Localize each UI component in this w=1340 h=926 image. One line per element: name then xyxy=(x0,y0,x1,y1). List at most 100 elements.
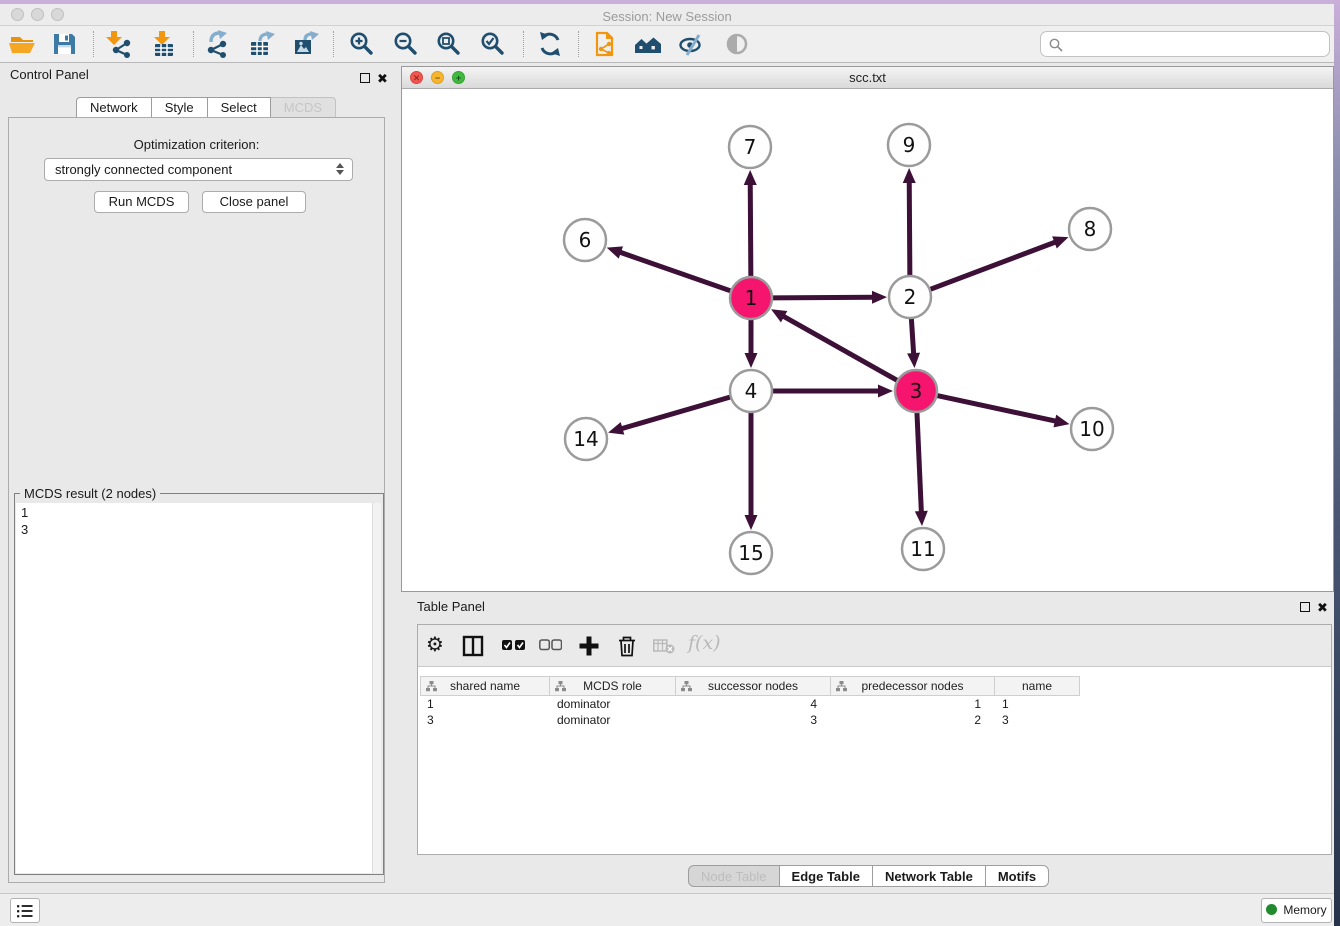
window-list-button[interactable] xyxy=(10,898,40,923)
table-cell: 1 xyxy=(420,696,550,712)
control-panel-float-icon[interactable] xyxy=(360,73,370,83)
optimization-criterion-select[interactable]: strongly connected component xyxy=(44,158,353,181)
toolbar-separator xyxy=(93,31,94,57)
edge-arrowhead xyxy=(607,246,623,258)
edge-arrowhead xyxy=(608,422,624,434)
edge-arrowhead xyxy=(915,511,928,526)
function-builder-icon[interactable]: f(x) xyxy=(688,632,721,654)
mcds-result-text[interactable]: 1 3 xyxy=(16,503,381,873)
zoom-fit-icon[interactable] xyxy=(435,30,463,58)
attribute-type-icon xyxy=(555,681,566,692)
search-icon xyxy=(1049,38,1063,52)
column-header-predecessor-nodes[interactable]: predecessor nodes xyxy=(831,676,995,696)
delete-table-icon[interactable] xyxy=(653,638,675,654)
table-panel-float-icon[interactable] xyxy=(1300,602,1310,612)
search-input[interactable] xyxy=(1040,31,1330,57)
zoom-selected-icon[interactable] xyxy=(479,30,507,58)
edge-3-1[interactable] xyxy=(781,315,897,381)
toolbar-separator xyxy=(578,31,579,57)
edge-2-8[interactable] xyxy=(930,241,1058,289)
show-panels-icon[interactable] xyxy=(723,30,751,58)
mcds-result-scrollbar[interactable] xyxy=(372,503,381,873)
node-label-15: 15 xyxy=(738,541,763,565)
tab-edge-table[interactable]: Edge Table xyxy=(780,865,873,887)
attribute-type-icon xyxy=(836,681,847,692)
add-column-icon[interactable] xyxy=(578,635,600,657)
run-mcds-button[interactable]: Run MCDS xyxy=(94,191,189,213)
edge-3-11[interactable] xyxy=(917,412,922,514)
save-session-icon[interactable] xyxy=(50,30,78,58)
network-window-titlebar[interactable]: ✕ − + scc.txt xyxy=(402,67,1333,89)
edge-arrowhead xyxy=(878,385,893,398)
tab-select[interactable]: Select xyxy=(208,97,271,118)
column-layout-icon[interactable] xyxy=(462,635,484,657)
edge-arrowhead xyxy=(872,291,887,304)
refresh-icon[interactable] xyxy=(536,30,564,58)
memory-status-icon xyxy=(1266,904,1277,915)
import-network-icon[interactable] xyxy=(104,30,132,58)
zoom-in-icon[interactable] xyxy=(348,30,376,58)
column-header-shared-name[interactable]: shared name xyxy=(420,676,550,696)
export-table-icon[interactable] xyxy=(248,30,276,58)
attribute-type-icon xyxy=(426,681,437,692)
table-cell: 1 xyxy=(995,696,1080,712)
network-graph[interactable]: 7968124314101511 xyxy=(402,89,1333,591)
attribute-type-icon xyxy=(681,681,692,692)
home-icon[interactable] xyxy=(634,30,662,58)
edge-2-9[interactable] xyxy=(909,180,910,276)
edge-1-7[interactable] xyxy=(750,182,751,277)
table-cell: 1 xyxy=(831,696,995,712)
table-row[interactable]: 3dominator323 xyxy=(420,712,1080,728)
node-label-4: 4 xyxy=(745,379,758,403)
hide-panels-icon[interactable] xyxy=(678,30,706,58)
table-cell: 4 xyxy=(676,696,831,712)
open-session-icon[interactable] xyxy=(8,30,36,58)
edge-1-2[interactable] xyxy=(772,297,875,298)
table-panel-close-icon[interactable]: ✖ xyxy=(1317,601,1328,614)
delete-column-icon[interactable] xyxy=(616,635,638,657)
tab-node-table[interactable]: Node Table xyxy=(688,865,780,887)
edge-1-6[interactable] xyxy=(618,252,731,292)
network-canvas[interactable]: 7968124314101511 xyxy=(402,89,1333,591)
optimization-criterion-value: strongly connected component xyxy=(55,162,232,177)
select-all-columns-icon[interactable] xyxy=(502,639,525,651)
edge-arrowhead xyxy=(745,515,758,530)
toolbar-separator xyxy=(333,31,334,57)
clone-network-icon[interactable] xyxy=(591,30,619,58)
control-panel-title: Control Panel xyxy=(10,67,89,82)
export-image-icon[interactable] xyxy=(292,30,320,58)
tab-style[interactable]: Style xyxy=(152,97,208,118)
tab-network[interactable]: Network xyxy=(76,97,152,118)
column-header-MCDS-role[interactable]: MCDS role xyxy=(550,676,676,696)
table-cell: 3 xyxy=(995,712,1080,728)
control-panel-close-icon[interactable]: ✖ xyxy=(377,72,388,85)
node-label-2: 2 xyxy=(904,285,917,309)
close-panel-button[interactable]: Close panel xyxy=(202,191,306,213)
table-row[interactable]: 1dominator411 xyxy=(420,696,1080,712)
zoom-out-icon[interactable] xyxy=(392,30,420,58)
node-label-14: 14 xyxy=(573,427,598,451)
table-panel-title: Table Panel xyxy=(417,599,485,614)
node-label-3: 3 xyxy=(910,379,923,403)
column-header-successor-nodes[interactable]: successor nodes xyxy=(676,676,831,696)
main-toolbar xyxy=(0,26,1334,63)
column-label: name xyxy=(1022,679,1052,693)
tab-mcds[interactable]: MCDS xyxy=(271,97,336,118)
export-network-icon[interactable] xyxy=(204,30,232,58)
memory-button[interactable]: Memory xyxy=(1261,898,1332,923)
column-header-name[interactable]: name xyxy=(995,676,1080,696)
tab-network-table[interactable]: Network Table xyxy=(873,865,986,887)
window-titlebar: Session: New Session xyxy=(0,4,1334,26)
edge-2-3[interactable] xyxy=(911,318,913,356)
tab-motifs[interactable]: Motifs xyxy=(986,865,1049,887)
node-table-header: shared nameMCDS rolesuccessor nodesprede… xyxy=(420,676,1080,696)
table-settings-gear-icon[interactable]: ⚙ xyxy=(426,633,444,657)
node-label-8: 8 xyxy=(1084,217,1097,241)
edge-3-10[interactable] xyxy=(937,395,1058,421)
edge-arrowhead xyxy=(1053,415,1069,428)
edge-arrowhead xyxy=(745,353,758,368)
edge-4-14[interactable] xyxy=(620,397,731,429)
memory-label: Memory xyxy=(1283,903,1326,917)
import-table-icon[interactable] xyxy=(150,30,178,58)
deselect-all-columns-icon[interactable] xyxy=(539,639,562,651)
